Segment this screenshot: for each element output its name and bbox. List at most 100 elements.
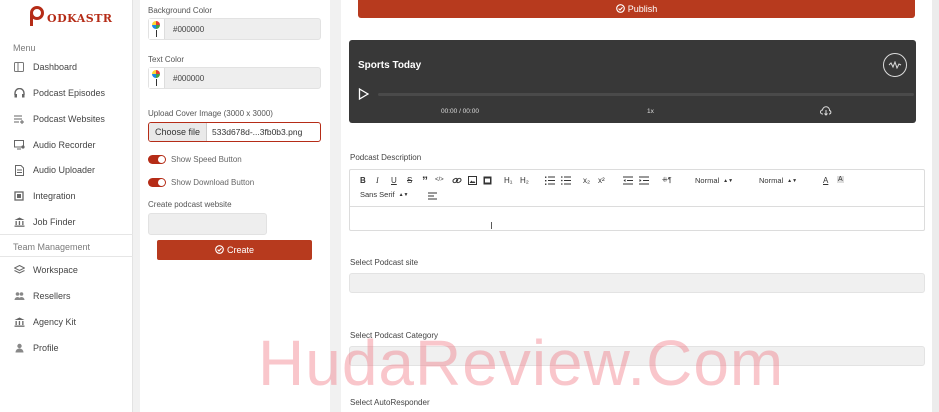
person-icon — [13, 342, 25, 354]
size-select-2[interactable]: Normal ▲▼ — [759, 176, 797, 185]
text-direction-icon[interactable]: ⁜¶ — [662, 176, 672, 184]
player-settings-panel: Background Color #000000 Text Color #000… — [140, 0, 330, 412]
play-icon[interactable] — [358, 88, 369, 100]
create-website-label: Create podcast website — [148, 200, 232, 209]
download-cloud-icon[interactable] — [820, 106, 832, 116]
heading-1-button[interactable]: H₁ — [504, 176, 512, 185]
brand-name: ODKASTR — [47, 11, 113, 25]
download-button-toggle[interactable] — [148, 177, 166, 187]
audio-player-preview: Sports Today 00:00 / 00:00 1x — [349, 40, 916, 123]
size-select-1[interactable]: Normal ▲▼ — [695, 176, 733, 185]
bullet-list-icon[interactable] — [561, 176, 571, 185]
player-logo-icon — [883, 53, 907, 77]
select-autoresponder-label: Select AutoResponder — [350, 398, 430, 407]
scrollbar[interactable] — [932, 0, 939, 412]
podcast-category-select[interactable] — [349, 346, 925, 366]
select-podcast-site-label: Select Podcast site — [350, 258, 419, 267]
sidebar-item-agency-kit[interactable]: Agency Kit — [13, 313, 76, 331]
text-color-field[interactable]: #000000 — [148, 67, 321, 89]
progress-bar[interactable] — [378, 93, 914, 96]
menu-heading: Menu — [13, 43, 36, 53]
text-cursor-icon: I — [490, 221, 493, 232]
heading-2-button[interactable]: H₂ — [520, 176, 529, 185]
sidebar-item-label: Integration — [33, 191, 76, 201]
sidebar-item-label: Podcast Websites — [33, 114, 105, 124]
blockquote-button[interactable]: ” — [422, 174, 428, 188]
create-button[interactable]: Create — [157, 240, 312, 260]
logo-mark-icon — [30, 6, 46, 26]
size-select-2-value: Normal — [759, 176, 784, 185]
player-time: 00:00 / 00:00 — [441, 108, 479, 115]
text-color-label: Text Color — [148, 55, 185, 64]
background-color-label: Background Color — [148, 6, 213, 15]
editor-toolbar: B I U S ” </> H₁ H₂ x₂ x² ⁜¶ Normal ▲▼ No… — [350, 170, 924, 207]
check-circle-icon — [215, 244, 224, 256]
sidebar-item-label: Profile — [33, 343, 59, 353]
ordered-list-icon[interactable] — [545, 176, 555, 185]
font-select-value: Sans Serif — [360, 190, 395, 199]
headphones-icon — [13, 87, 25, 99]
speed-button[interactable]: 1x — [647, 108, 654, 115]
sidebar-item-label: Audio Recorder — [33, 140, 96, 150]
sidebar-item-label: Resellers — [33, 291, 71, 301]
stack-icon — [13, 264, 25, 276]
outdent-icon[interactable] — [623, 176, 633, 185]
selected-file-name: 533d678d-...3fb0b3.png — [212, 127, 303, 137]
size-select-1-value: Normal — [695, 176, 720, 185]
file-icon — [13, 164, 25, 176]
podcast-description-label: Podcast Description — [350, 153, 422, 162]
download-button-toggle-row[interactable]: Show Download Button — [148, 176, 254, 188]
cover-image-file-input[interactable]: Choose file 533d678d-...3fb0b3.png — [148, 122, 321, 142]
underline-button[interactable]: U — [391, 176, 397, 185]
speed-button-toggle[interactable] — [148, 154, 166, 164]
chevron-updown-icon: ▲▼ — [787, 177, 798, 184]
bold-button[interactable]: B — [360, 176, 366, 185]
chevron-updown-icon: ▲▼ — [398, 191, 409, 198]
indent-icon[interactable] — [639, 176, 649, 185]
code-button[interactable]: </> — [435, 177, 444, 183]
superscript-button[interactable]: x² — [598, 176, 605, 185]
download-button-toggle-label: Show Download Button — [171, 177, 255, 187]
sidebar-item-workspace[interactable]: Workspace — [13, 261, 78, 279]
text-color-button[interactable]: A — [823, 176, 828, 185]
sidebar-item-podcast-websites[interactable]: Podcast Websites — [13, 110, 105, 128]
link-icon[interactable] — [452, 176, 462, 185]
podcast-website-input[interactable] — [148, 213, 267, 235]
sidebar-item-label: Workspace — [33, 265, 78, 275]
font-select[interactable]: Sans Serif ▲▼ — [360, 190, 409, 199]
choose-file-button[interactable]: Choose file — [149, 123, 208, 141]
video-icon[interactable] — [483, 176, 492, 185]
rich-text-editor[interactable]: B I U S ” </> H₁ H₂ x₂ x² ⁜¶ Normal ▲▼ No… — [349, 169, 925, 232]
sidebar: ODKASTR Menu Dashboard Podcast Episodes … — [0, 0, 133, 412]
podcast-site-select[interactable] — [349, 273, 925, 293]
italic-button[interactable]: I — [376, 176, 379, 185]
sidebar-item-label: Dashboard — [33, 62, 78, 72]
sidebar-item-dashboard[interactable]: Dashboard — [13, 58, 77, 76]
speed-button-toggle-row[interactable]: Show Speed Button — [148, 153, 242, 165]
monitor-mic-icon — [13, 139, 25, 151]
color-picker-icon[interactable] — [149, 19, 165, 39]
brand-logo[interactable]: ODKASTR — [30, 4, 113, 28]
background-color-button[interactable]: A — [837, 176, 844, 183]
list-icon — [13, 113, 25, 125]
subscript-button[interactable]: x₂ — [583, 176, 590, 185]
background-color-field[interactable]: #000000 — [148, 18, 321, 40]
color-picker-icon[interactable] — [149, 68, 165, 88]
align-icon[interactable] — [428, 192, 437, 200]
sidebar-item-audio-uploader[interactable]: Audio Uploader — [13, 161, 95, 179]
sidebar-item-label: Podcast Episodes — [33, 88, 106, 98]
publish-button[interactable]: Publish — [358, 0, 915, 18]
image-icon[interactable] — [468, 176, 477, 185]
strike-button[interactable]: S — [407, 176, 412, 185]
sidebar-item-resellers[interactable]: Resellers — [13, 287, 71, 305]
sidebar-item-integration[interactable]: Integration — [13, 187, 76, 205]
sidebar-item-audio-recorder[interactable]: Audio Recorder — [13, 136, 96, 154]
sidebar-item-profile[interactable]: Profile — [13, 339, 59, 357]
columns-icon — [13, 61, 25, 73]
check-circle-icon — [615, 3, 625, 15]
sidebar-item-podcast-episodes[interactable]: Podcast Episodes — [13, 84, 105, 102]
speed-button-toggle-label: Show Speed Button — [171, 154, 242, 164]
sidebar-item-label: Agency Kit — [33, 317, 77, 327]
sidebar-item-job-finder[interactable]: Job Finder — [13, 213, 76, 231]
publish-button-label: Publish — [627, 4, 658, 14]
